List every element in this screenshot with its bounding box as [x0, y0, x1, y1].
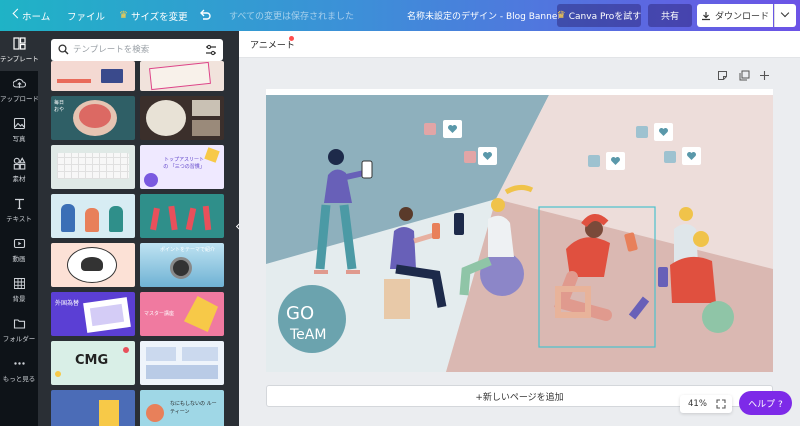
thumbnail-text: 毎日 おや [54, 100, 65, 113]
zoom-control[interactable]: 41% [680, 395, 732, 413]
crown-icon: ♛ [556, 10, 566, 21]
thumbnail-text: 外国為替 [55, 300, 80, 307]
share-button[interactable]: 共有 [648, 4, 692, 27]
rail-item-more[interactable]: もっと見る [0, 351, 38, 391]
try-pro-label: Canva Proを試す [568, 12, 642, 22]
photo-icon [13, 117, 25, 130]
thumbnail-text: マスター講座 [144, 311, 175, 317]
rail-label: もっと見る [2, 375, 36, 383]
logo-text-go: GO [286, 303, 314, 324]
back-chevron-icon [12, 8, 23, 19]
template-thumbnail[interactable] [140, 61, 224, 91]
search-icon [58, 44, 69, 55]
template-thumbnail[interactable] [140, 341, 224, 385]
template-icon [12, 37, 26, 50]
template-thumbnail[interactable] [51, 243, 135, 287]
thumbnail-text: CMG [75, 353, 109, 368]
crown-icon: ♛ [119, 10, 128, 21]
rail-item-photos[interactable]: 写真 [0, 111, 38, 151]
context-toolbar: アニメート [239, 31, 800, 58]
rail-item-elements[interactable]: 素材 [0, 151, 38, 191]
animate-tab[interactable]: アニメート [250, 38, 295, 51]
elements-icon [13, 157, 26, 170]
more-icon [13, 362, 25, 365]
template-thumbnail[interactable]: マスター講座 [140, 292, 224, 336]
file-menu[interactable]: ファイル [67, 0, 105, 31]
text-icon [14, 198, 24, 210]
template-search [51, 39, 223, 61]
rail-item-video[interactable]: 動画 [0, 231, 38, 271]
home-button[interactable]: ホーム [6, 0, 50, 31]
duplicate-page-icon[interactable] [739, 70, 750, 81]
zoom-level: 41% [688, 399, 707, 409]
filter-icon[interactable] [205, 44, 217, 56]
side-rail: テンプレート アップロード 写真 素材 テキスト 動画 背景 フォルダー もっと… [0, 31, 39, 426]
chevron-down-icon [780, 8, 790, 18]
template-thumbnail[interactable]: ポイントをテーマで紹介 [140, 243, 224, 287]
template-thumbnail[interactable]: トップアスリートの 「三つの習慣」 [140, 145, 224, 189]
download-button[interactable]: ダウンロード [697, 4, 773, 27]
video-icon [13, 238, 25, 249]
template-search-input[interactable] [73, 42, 198, 58]
resize-label: サイズを変更 [130, 11, 188, 23]
try-pro-button[interactable]: ♛ Canva Proを試す [557, 4, 641, 27]
template-thumbnail[interactable]: 外国為替 [51, 292, 135, 336]
canva-editor: ホーム ファイル ♛ サイズを変更 すべての変更は保存されました 名称未設定のデ… [0, 0, 800, 426]
note-icon[interactable] [717, 70, 728, 81]
rail-label: 背景 [12, 295, 26, 303]
template-thumbnail[interactable]: 毎日 おや [51, 96, 135, 140]
rail-label: テンプレート [0, 55, 39, 63]
undo-icon[interactable] [198, 8, 212, 22]
template-thumbnail[interactable] [51, 194, 135, 238]
template-thumbnail[interactable] [51, 61, 135, 91]
template-panel: 毎日 おや トップアスリートの 「三つの習慣」 [38, 31, 239, 426]
page-tools [717, 70, 777, 84]
document-title[interactable]: 名称未設定のデザイン - Blog Banner [407, 0, 561, 31]
folder-icon [13, 319, 25, 329]
rail-item-folders[interactable]: フォルダー [0, 311, 38, 351]
rail-item-uploads[interactable]: アップロード [0, 71, 39, 111]
thumbnail-text: なにもしないの ルーティーン [170, 401, 217, 415]
rail-label: テキスト [6, 215, 32, 223]
template-thumbnail[interactable]: CMG [51, 341, 135, 385]
rail-label: フォルダー [2, 335, 36, 343]
download-options-button[interactable] [774, 4, 796, 27]
file-label: ファイル [67, 11, 106, 23]
add-page-icon[interactable] [759, 70, 770, 81]
background-icon [13, 278, 25, 289]
team-illustration[interactable]: GO TeAM [266, 89, 773, 372]
save-status: すべての変更は保存されました [229, 12, 355, 22]
download-icon [701, 11, 710, 20]
rail-label: 写真 [12, 135, 26, 143]
rail-label: アップロード [0, 95, 39, 103]
fullscreen-icon[interactable] [716, 399, 726, 409]
rail-item-templates[interactable]: テンプレート [0, 31, 39, 71]
go-team-logo: GO TeAM [278, 285, 346, 353]
rail-label: 素材 [12, 175, 26, 183]
help-button[interactable]: ヘルプ ? [739, 391, 792, 415]
template-thumbnail[interactable] [140, 194, 224, 238]
notification-dot [289, 36, 294, 41]
upload-icon [12, 78, 26, 88]
design-canvas[interactable]: GO TeAM [266, 89, 773, 372]
logo-text-team: TeAM [289, 327, 326, 343]
rail-item-background[interactable]: 背景 [0, 271, 38, 311]
thumbnail-text: ポイントをテーマで紹介 [160, 247, 216, 253]
download-label: ダウンロード [714, 12, 769, 22]
template-thumbnail[interactable]: なにもしないの ルーティーン [140, 390, 224, 426]
template-thumbnail[interactable] [140, 96, 224, 140]
template-thumbnail[interactable] [51, 145, 135, 189]
home-label: ホーム [22, 11, 51, 23]
rail-label: 動画 [12, 255, 26, 263]
resize-button[interactable]: ♛ サイズを変更 [119, 0, 188, 31]
template-thumbnail[interactable] [51, 390, 135, 426]
thumbnail-text: トップアスリートの 「三つの習慣」 [163, 157, 205, 170]
top-bar: ホーム ファイル ♛ サイズを変更 すべての変更は保存されました 名称未設定のデ… [0, 0, 800, 31]
rail-item-text[interactable]: テキスト [0, 191, 38, 231]
